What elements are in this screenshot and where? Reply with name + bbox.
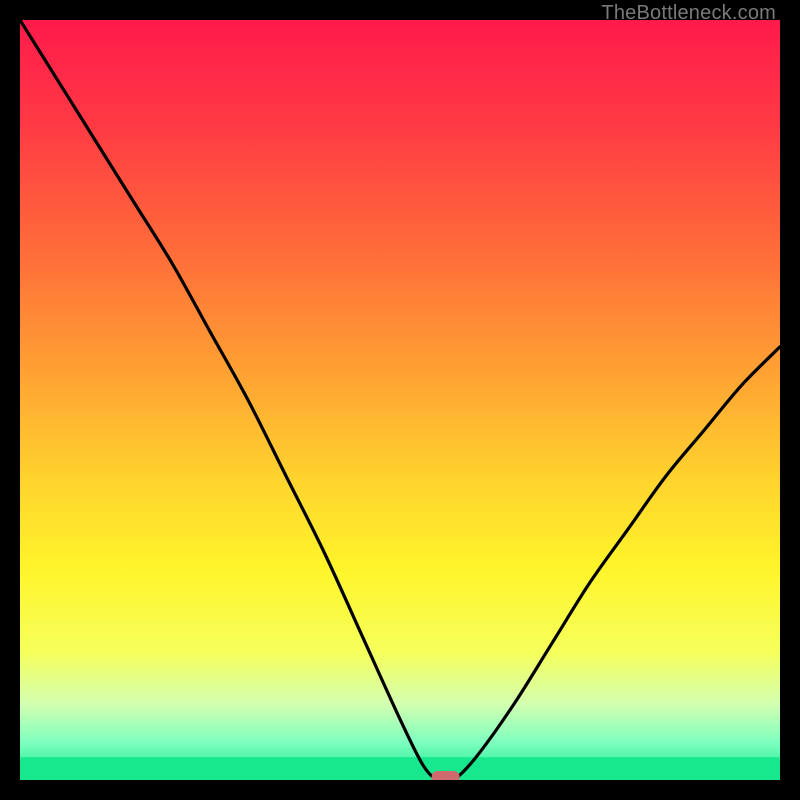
watermark-text: TheBottleneck.com: [601, 2, 776, 25]
green-baseline-band: [20, 757, 780, 780]
optimum-marker: [432, 771, 460, 780]
bottleneck-chart: [20, 20, 780, 780]
chart-frame: [20, 20, 780, 780]
gradient-background: [20, 20, 780, 780]
